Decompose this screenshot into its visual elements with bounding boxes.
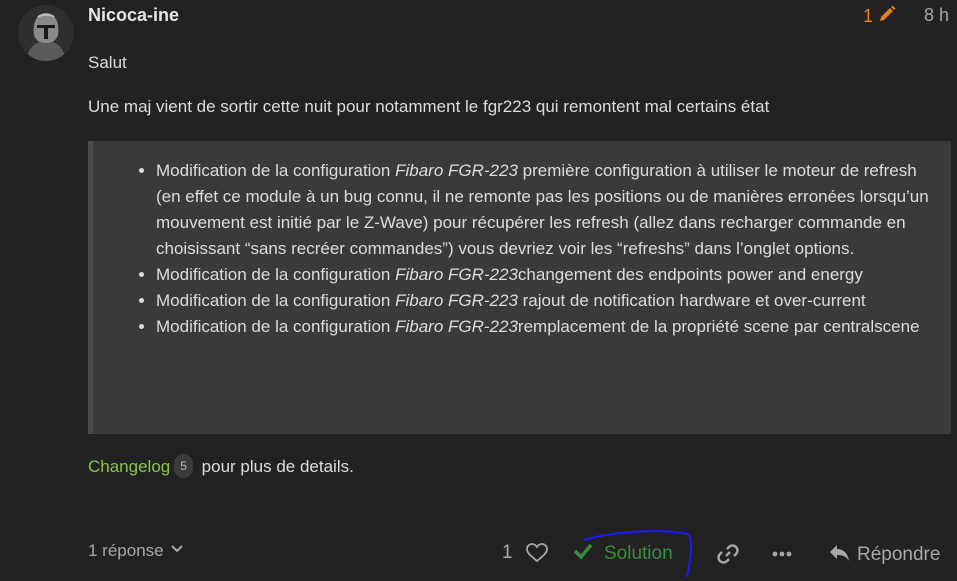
show-replies-button[interactable]: 1 réponse [88, 541, 184, 561]
list-item: Modification de la configuration Fibaro … [156, 288, 931, 314]
intro-text: Une maj vient de sortir cette nuit pour … [88, 97, 770, 116]
click-count-badge: 5 [174, 454, 193, 478]
heart-icon[interactable] [525, 541, 549, 565]
username[interactable]: Nicoca-ine [88, 5, 179, 26]
reply-icon [827, 540, 851, 570]
chevron-down-icon [170, 541, 184, 561]
greeting-text: Salut [88, 53, 127, 72]
list-item: Modification de la configuration Fibaro … [156, 158, 931, 262]
avatar[interactable] [18, 5, 74, 61]
pencil-icon [877, 4, 897, 29]
post-controls: 1 réponse 1 Solution Répondre [0, 530, 957, 578]
changelog-suffix: pour plus de details. [196, 457, 354, 476]
link-icon[interactable] [716, 542, 740, 566]
reply-label: Répondre [857, 544, 941, 565]
list-item: Modification de la configuration Fibaro … [156, 262, 931, 288]
replies-label: 1 réponse [88, 541, 164, 560]
changelog-link[interactable]: Changelog [88, 457, 170, 476]
reply-button[interactable]: Répondre [827, 540, 940, 570]
changelog-line: Changelog 5 pour plus de details. [88, 454, 354, 478]
solution-label: Solution [604, 543, 673, 564]
like-count[interactable]: 1 [502, 542, 513, 564]
list-item: Modification de la configuration Fibaro … [156, 314, 931, 340]
post-date[interactable]: 8 h [924, 5, 949, 26]
changes-list: Modification de la configuration Fibaro … [93, 141, 951, 340]
ellipsis-icon[interactable] [770, 542, 794, 566]
edit-count: 1 [862, 6, 873, 26]
blockquote: Modification de la configuration Fibaro … [88, 141, 951, 434]
edit-history-button[interactable]: 1 [863, 4, 897, 29]
check-icon [572, 540, 594, 568]
solution-button[interactable]: Solution [572, 540, 673, 568]
